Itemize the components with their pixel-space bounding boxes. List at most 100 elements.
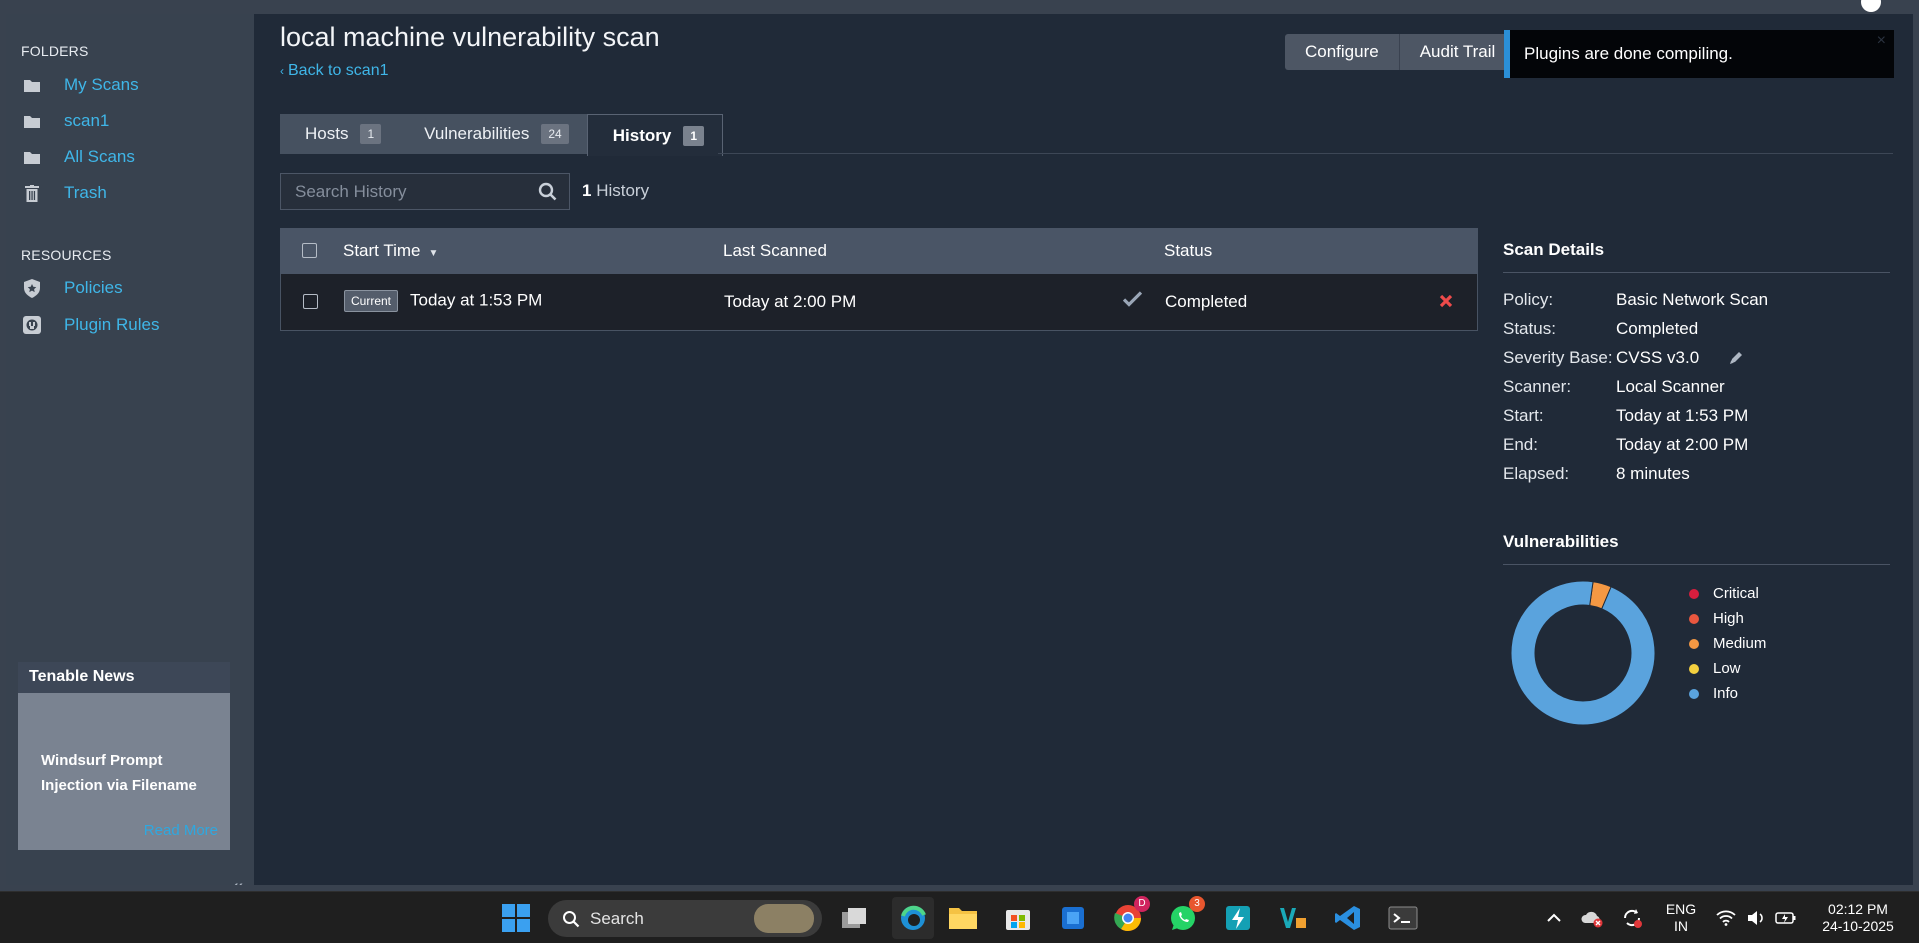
- select-all-checkbox[interactable]: [302, 243, 317, 258]
- detail-key: Severity Base:: [1503, 347, 1613, 367]
- sidebar-item-label: All Scans: [64, 147, 135, 166]
- sidebar-item-plugin-rules[interactable]: Plugin Rules: [22, 310, 159, 340]
- sidebar-item-my-scans[interactable]: My Scans: [22, 70, 139, 100]
- sidebar-item-scan1[interactable]: scan1: [22, 106, 109, 136]
- legend-label: High: [1713, 610, 1744, 627]
- tab-history[interactable]: History 1: [586, 114, 723, 156]
- column-last-scanned[interactable]: Last Scanned: [723, 241, 827, 261]
- legend-label: Critical: [1713, 585, 1759, 602]
- detail-key: Start:: [1503, 405, 1544, 425]
- detail-row-policy: Policy: Basic Network Scan: [1503, 285, 1890, 314]
- detail-value: Today at 1:53 PM: [1616, 405, 1749, 425]
- detail-key: Status:: [1503, 318, 1556, 338]
- chevron-up-icon[interactable]: [1538, 902, 1570, 934]
- folder-icon: [22, 147, 42, 167]
- taskbar-search[interactable]: Search: [548, 900, 822, 937]
- legend-dot: [1689, 588, 1699, 599]
- legend-item-critical[interactable]: Critical: [1689, 581, 1766, 606]
- column-start-time[interactable]: Start Time ▼: [343, 241, 438, 261]
- donut-slice-info[interactable]: [1510, 580, 1656, 726]
- language-indicator[interactable]: ENG IN: [1664, 901, 1698, 935]
- folder-icon: [22, 75, 42, 95]
- sidebar-item-all-scans[interactable]: All Scans: [22, 142, 135, 172]
- tab-count-badge: 24: [541, 124, 569, 144]
- file-explorer-icon[interactable]: [947, 902, 979, 934]
- history-count-label: History: [596, 181, 650, 200]
- detail-key: Policy:: [1503, 289, 1554, 309]
- folders-heading: FOLDERS: [21, 43, 89, 59]
- teal-app-icon[interactable]: [1277, 902, 1309, 934]
- table-row[interactable]: Current Today at 1:53 PM Today at 2:00 PM…: [280, 274, 1478, 331]
- column-status[interactable]: Status: [1164, 241, 1212, 261]
- sidebar-item-trash[interactable]: Trash: [22, 178, 107, 208]
- volume-icon[interactable]: [1740, 902, 1772, 934]
- close-icon[interactable]: ×: [1877, 32, 1886, 50]
- terminal-icon[interactable]: [1387, 902, 1419, 934]
- tab-hosts[interactable]: Hosts 1: [280, 114, 400, 154]
- sidebar: FOLDERS My Scans scan1 All Scans Trash R…: [6, 14, 254, 898]
- wifi-icon[interactable]: [1710, 902, 1742, 934]
- windows-start-icon[interactable]: [500, 902, 532, 934]
- detail-key: Elapsed:: [1503, 463, 1570, 483]
- sidebar-item-label: My Scans: [64, 75, 139, 94]
- checkmark-icon: [1122, 291, 1143, 312]
- search-input[interactable]: [293, 180, 523, 203]
- search-icon: [562, 910, 580, 928]
- language-code: ENG: [1665, 901, 1697, 917]
- edit-pencil-icon[interactable]: [1729, 350, 1744, 365]
- scan-details-heading: Scan Details: [1503, 240, 1890, 273]
- tab-vulnerabilities[interactable]: Vulnerabilities 24: [399, 114, 587, 154]
- delete-icon[interactable]: [1439, 293, 1453, 313]
- news-title[interactable]: Windsurf Prompt Injection via Filename: [41, 748, 221, 798]
- read-more-link[interactable]: Read More: [144, 822, 218, 839]
- vulnerabilities-legend: Critical High Medium Low Info: [1689, 581, 1766, 706]
- search-icon[interactable]: [538, 182, 557, 206]
- microsoft-store-icon[interactable]: [1002, 902, 1034, 934]
- last-scanned-value: Today at 2:00 PM: [724, 292, 857, 311]
- detail-value: 8 minutes: [1616, 463, 1690, 483]
- tab-count-badge: 1: [360, 124, 382, 144]
- whatsapp-notification-badge: 3: [1189, 896, 1205, 912]
- chrome-icon[interactable]: D: [1112, 896, 1150, 934]
- notification-toast: Plugins are done compiling. ×: [1504, 30, 1894, 78]
- legend-item-medium[interactable]: Medium: [1689, 631, 1766, 656]
- edge-browser-icon[interactable]: [892, 897, 934, 939]
- legend-item-info[interactable]: Info: [1689, 681, 1766, 706]
- search-box: [280, 173, 570, 210]
- news-heading: Tenable News: [18, 662, 230, 693]
- onedrive-error-icon[interactable]: [1576, 902, 1608, 934]
- toast-message: Plugins are done compiling.: [1524, 44, 1733, 63]
- blue-app-icon[interactable]: [1057, 902, 1089, 934]
- detail-row-elapsed: Elapsed: 8 minutes: [1503, 459, 1890, 488]
- audit-trail-button[interactable]: Audit Trail: [1399, 34, 1517, 70]
- task-view-icon[interactable]: [838, 902, 870, 934]
- legend-dot: [1689, 663, 1699, 674]
- whatsapp-icon[interactable]: 3: [1167, 896, 1205, 934]
- legend-item-high[interactable]: High: [1689, 606, 1766, 631]
- row-checkbox[interactable]: [303, 294, 318, 309]
- column-label: Start Time: [343, 241, 421, 260]
- battery-charging-icon[interactable]: [1770, 902, 1802, 934]
- tab-label: History: [612, 125, 672, 145]
- resources-heading: RESOURCES: [21, 247, 112, 263]
- legend-dot: [1689, 688, 1699, 699]
- sync-icon[interactable]: [1616, 902, 1648, 934]
- back-link[interactable]: ‹ Back to scan1: [280, 62, 389, 80]
- current-tag: Current: [344, 290, 399, 312]
- scan-details-panel: Scan Details Policy: Basic Network Scan S…: [1503, 240, 1890, 488]
- legend-item-low[interactable]: Low: [1689, 656, 1766, 681]
- profile-circle-icon[interactable]: [1861, 0, 1881, 12]
- chevron-left-icon: ‹: [280, 64, 284, 78]
- region-code: IN: [1674, 918, 1688, 934]
- vscode-icon[interactable]: [1332, 902, 1364, 934]
- legend-label: Medium: [1713, 635, 1767, 652]
- configure-button[interactable]: Configure: [1285, 34, 1400, 70]
- sidebar-item-policies[interactable]: Policies: [22, 273, 123, 303]
- legend-label: Low: [1713, 660, 1741, 677]
- clock[interactable]: 02:12 PM 24-10-2025: [1810, 901, 1906, 935]
- sidebar-item-label: Trash: [64, 183, 107, 202]
- detail-value: Completed: [1616, 318, 1699, 338]
- vulnerabilities-donut-chart: [1510, 580, 1656, 726]
- tab-divider: [718, 153, 1893, 154]
- lightning-app-icon[interactable]: [1222, 902, 1254, 934]
